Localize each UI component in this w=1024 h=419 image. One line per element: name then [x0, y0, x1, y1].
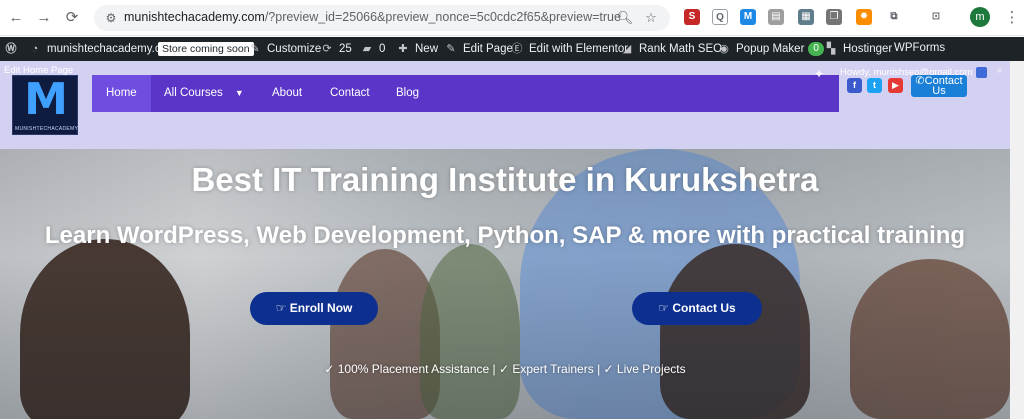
extension-s-icon[interactable]: S: [684, 9, 700, 25]
bookmark-star-icon[interactable]: ☆: [642, 9, 660, 27]
rankmath-link[interactable]: ◢ Rank Math SEO: [620, 42, 722, 56]
menu-item-blog[interactable]: Blog: [382, 75, 433, 112]
facebook-icon[interactable]: f: [847, 78, 862, 93]
hero-title: Best IT Training Institute in Kurukshetr…: [191, 161, 819, 198]
chevron-down-icon: ▼: [234, 88, 244, 98]
comments-link[interactable]: ▰ 0: [360, 42, 386, 56]
extensions-puzzle-icon[interactable]: ⧉: [886, 9, 902, 25]
customize-link[interactable]: ✎ Customize: [248, 42, 321, 56]
edit-page-link[interactable]: ✎ Edit Page: [444, 42, 512, 56]
site-logo[interactable]: M MUNISHTECHACADEMY: [12, 75, 78, 135]
hero-section: Best IT Training Institute in Kurukshetr…: [0, 149, 1010, 419]
enroll-now-button[interactable]: ☞ Enroll Now: [250, 292, 378, 325]
extension-copy-icon[interactable]: ❐: [826, 9, 842, 25]
hostinger-link[interactable]: ▚ Hostinger: [824, 42, 892, 56]
check-icon: ✓: [603, 362, 617, 376]
reload-icon[interactable]: ⟳: [62, 8, 82, 28]
menu-item-home[interactable]: Home: [92, 75, 151, 112]
twitter-icon[interactable]: t: [867, 78, 882, 93]
popup-icon: ◉: [719, 43, 729, 55]
address-bar[interactable]: ⚙ munishtechacademy.com/?preview_id=2506…: [94, 5, 670, 31]
youtube-icon[interactable]: ▶: [888, 78, 903, 93]
updates-link[interactable]: ⟳ 25: [320, 42, 351, 56]
contact-us-button[interactable]: ☞ Contact Us: [632, 292, 762, 325]
page-scrollbar[interactable]: [1010, 61, 1024, 419]
brush-icon: ✎: [250, 43, 260, 55]
dashboard-icon: ◔: [31, 43, 39, 55]
wordpress-logo-icon[interactable]: Ⓦ: [4, 42, 23, 56]
menu-item-all-courses[interactable]: All Courses ▼: [150, 75, 258, 112]
pencil-icon: ✎: [446, 43, 456, 55]
main-menu: Home All Courses ▼ About Contact Blog: [92, 75, 839, 112]
sparkle-icon[interactable]: ✦: [814, 67, 824, 81]
forward-icon[interactable]: →: [34, 8, 54, 28]
rankmath-icon: ◢: [622, 43, 632, 55]
hand-pointer-icon: ☞: [658, 301, 673, 315]
check-icon: ✓: [498, 362, 513, 376]
wp-admin-bar: Ⓦ ◔ munishtechacademy.com Store coming so…: [0, 37, 1024, 61]
extension-doc-icon[interactable]: ▤: [768, 9, 784, 25]
contact-us-top-button[interactable]: ✆Contact Us: [911, 75, 967, 97]
profile-avatar[interactable]: m: [970, 7, 990, 27]
elementor-link[interactable]: Ⓔ Edit with Elementor: [510, 42, 629, 56]
check-icon: ✓: [324, 362, 338, 376]
extension-grid-icon[interactable]: ▦: [798, 9, 814, 25]
logo-m-mark: M: [24, 74, 68, 125]
menu-item-contact[interactable]: Contact: [316, 75, 384, 112]
feature-list: ✓ 100% Placement Assistance | ✓ Expert T…: [324, 362, 686, 376]
search-icon[interactable]: ⌕: [997, 65, 1003, 76]
wpforms-link[interactable]: WPForms: [894, 42, 945, 54]
updates-icon: ⟳: [322, 43, 332, 55]
extension-m-icon[interactable]: M: [740, 9, 756, 25]
popup-maker-link[interactable]: ◉ Popup Maker 0: [717, 42, 824, 56]
elementor-icon: Ⓔ: [511, 43, 523, 55]
menu-item-about[interactable]: About: [258, 75, 316, 112]
logo-brand-text: MUNISHTECHACADEMY: [15, 126, 79, 132]
menu-kebab-icon[interactable]: ⋮: [1002, 8, 1022, 28]
extension-sun-icon[interactable]: ✹: [856, 9, 872, 25]
site-info-icon[interactable]: ⚙: [102, 9, 120, 27]
toolbar-toggle-icon[interactable]: [976, 67, 987, 78]
hero-subtitle: Learn WordPress, Web Development, Python…: [44, 222, 966, 249]
zoom-icon[interactable]: 🔍︎: [616, 9, 634, 27]
new-link[interactable]: ✚ New: [396, 42, 438, 56]
store-badge[interactable]: Store coming soon: [158, 42, 254, 56]
comment-icon: ▰: [362, 43, 372, 55]
site-name-link[interactable]: ◔ munishtechacademy.com: [28, 42, 177, 56]
browser-toolbar: ← → ⟳ ⚙ munishtechacademy.com/?preview_i…: [0, 0, 1024, 36]
hand-pointer-icon: ☞: [275, 301, 290, 315]
tab-search-icon[interactable]: ⊡: [928, 9, 944, 25]
hostinger-icon: ▚: [826, 43, 836, 55]
extension-search-icon[interactable]: Q: [712, 9, 728, 25]
back-icon[interactable]: ←: [6, 8, 26, 28]
phone-icon: ✆: [915, 75, 925, 87]
url-text: munishtechacademy.com/?preview_id=25066&…: [124, 10, 621, 24]
website-preview: Edit Home Page M MUNISHTECHACADEMY Home …: [0, 61, 1010, 419]
plus-icon: ✚: [398, 43, 408, 55]
